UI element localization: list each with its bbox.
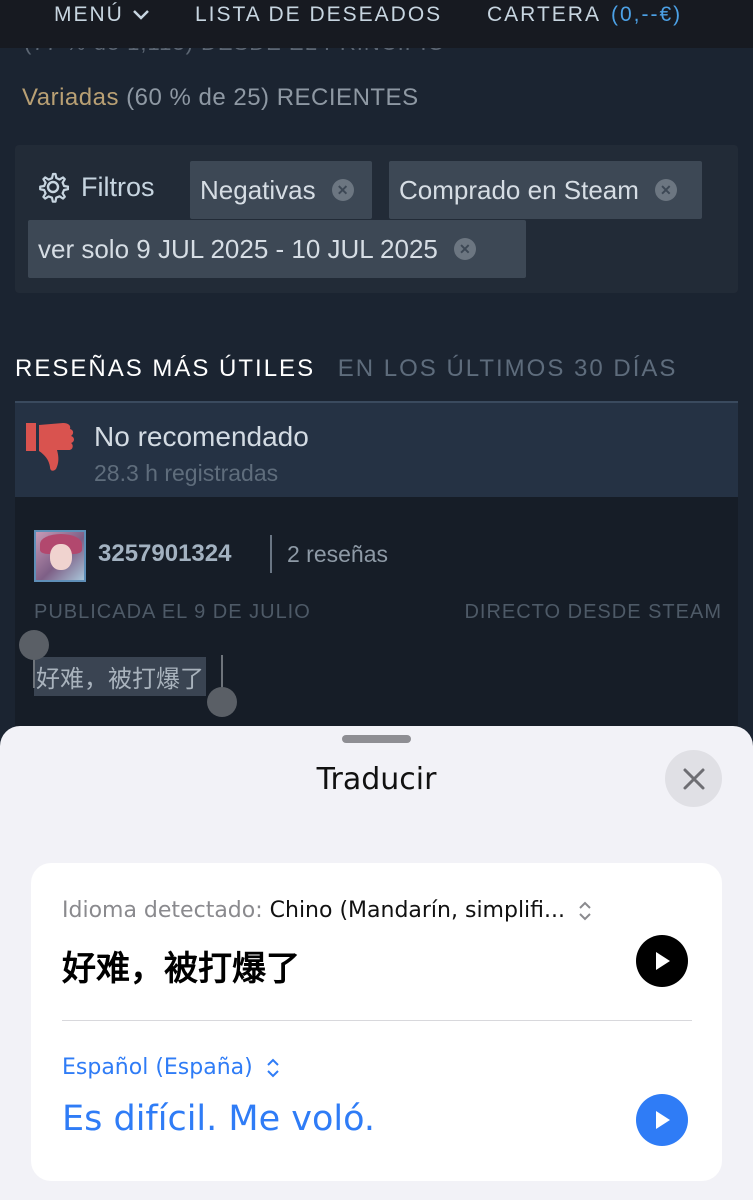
- recent-rating[interactable]: Variadas: [22, 84, 119, 111]
- remove-chip-icon[interactable]: ✕: [654, 179, 677, 201]
- filter-chip-purchased[interactable]: Comprado en Steam ✕: [389, 161, 702, 219]
- selection-handle-start[interactable]: [19, 630, 49, 660]
- wishlist-link[interactable]: LISTA DE DESEADOS: [195, 0, 442, 30]
- wallet-label: CARTERA: [487, 3, 601, 26]
- target-language-selector[interactable]: Español (España): [62, 1055, 280, 1080]
- divider: [270, 535, 272, 573]
- recent-detail: (60 % de 25): [126, 84, 270, 111]
- review-body: 3257901324 2 reseñas PUBLICADA EL 9 DE J…: [15, 497, 738, 727]
- review-source: DIRECTO DESDE STEAM: [464, 601, 722, 623]
- filters-panel: Filtros Negativas ✕ Comprado en Steam ✕ …: [15, 145, 738, 293]
- posted-date: PUBLICADA EL 9 DE JULIO: [34, 601, 311, 623]
- menu-button[interactable]: MENÚ: [54, 0, 150, 30]
- wallet-balance: (0,--€): [610, 3, 683, 26]
- translated-text: Es difícil. Me voló.: [62, 1099, 376, 1139]
- filter-chip-negative[interactable]: Negativas ✕: [190, 161, 372, 219]
- target-language: Español (España): [62, 1055, 253, 1080]
- review-header[interactable]: No recomendado 28.3 h registradas: [15, 401, 738, 497]
- remove-chip-icon[interactable]: ✕: [331, 179, 354, 201]
- page: MENÚ LISTA DE DESEADOS CARTERA (0,--€) (…: [0, 0, 753, 1200]
- sheet-title: Traducir: [316, 762, 437, 797]
- divider: [62, 1020, 692, 1021]
- recent-label: RECIENTES: [276, 84, 419, 111]
- up-down-chevron-icon: [579, 901, 591, 921]
- chip-label: Negativas: [200, 174, 316, 205]
- filters-label: Filtros: [81, 171, 155, 202]
- translate-sheet: Traducir Idioma detectado: Chino (Mandar…: [0, 726, 753, 1200]
- filters-button[interactable]: Filtros: [37, 171, 155, 203]
- section-title-sub: EN LOS ÚLTIMOS 30 DÍAS: [337, 355, 678, 382]
- thumbs-down-icon: [26, 423, 74, 471]
- close-icon: [683, 768, 704, 789]
- gear-icon: [39, 172, 69, 203]
- chip-label: Comprado en Steam: [399, 174, 639, 205]
- translation-card: Idioma detectado: Chino (Mandarín, simpl…: [31, 863, 722, 1181]
- detected-label: Idioma detectado:: [62, 898, 263, 923]
- chip-label: ver solo 9 JUL 2025 - 10 JUL 2025: [38, 233, 438, 264]
- close-button[interactable]: [665, 750, 722, 807]
- section-title: RESEÑAS MÁS ÚTILES EN LOS ÚLTIMOS 30 DÍA…: [15, 355, 677, 383]
- section-title-main: RESEÑAS MÁS ÚTILES: [15, 355, 316, 382]
- menu-label: MENÚ: [54, 3, 124, 26]
- detected-language: Chino (Mandarín, simplifi...: [269, 898, 566, 923]
- sheet-grabber[interactable]: [342, 735, 411, 743]
- up-down-chevron-icon: [267, 1058, 279, 1078]
- review-count[interactable]: 2 reseñas: [287, 541, 388, 568]
- reviewer-name[interactable]: 3257901324: [98, 540, 231, 568]
- selection-handle-end[interactable]: [207, 687, 237, 717]
- chevron-down-icon: [132, 3, 150, 27]
- source-text: 好难，被打爆了: [62, 949, 300, 989]
- wishlist-label: LISTA DE DESEADOS: [195, 3, 443, 26]
- wallet-link[interactable]: CARTERA (0,--€): [487, 0, 682, 30]
- remove-chip-icon[interactable]: ✕: [453, 238, 476, 260]
- detected-language-selector[interactable]: Idioma detectado: Chino (Mandarín, simpl…: [62, 898, 592, 923]
- top-nav: MENÚ LISTA DE DESEADOS CARTERA (0,--€): [0, 0, 753, 48]
- recent-summary: Variadas (60 % de 25) RECIENTES: [22, 84, 419, 112]
- review-text-selected[interactable]: 好难，被打爆了: [34, 657, 206, 696]
- recommendation-status: No recomendado: [94, 421, 309, 452]
- play-icon: [656, 1111, 670, 1129]
- filter-chip-date-range[interactable]: ver solo 9 JUL 2025 - 10 JUL 2025 ✕: [28, 220, 526, 278]
- play-translation-button[interactable]: [636, 1094, 688, 1146]
- play-icon: [656, 952, 670, 970]
- play-source-button[interactable]: [636, 935, 688, 987]
- avatar[interactable]: [34, 530, 86, 582]
- hours-played: 28.3 h registradas: [94, 460, 279, 486]
